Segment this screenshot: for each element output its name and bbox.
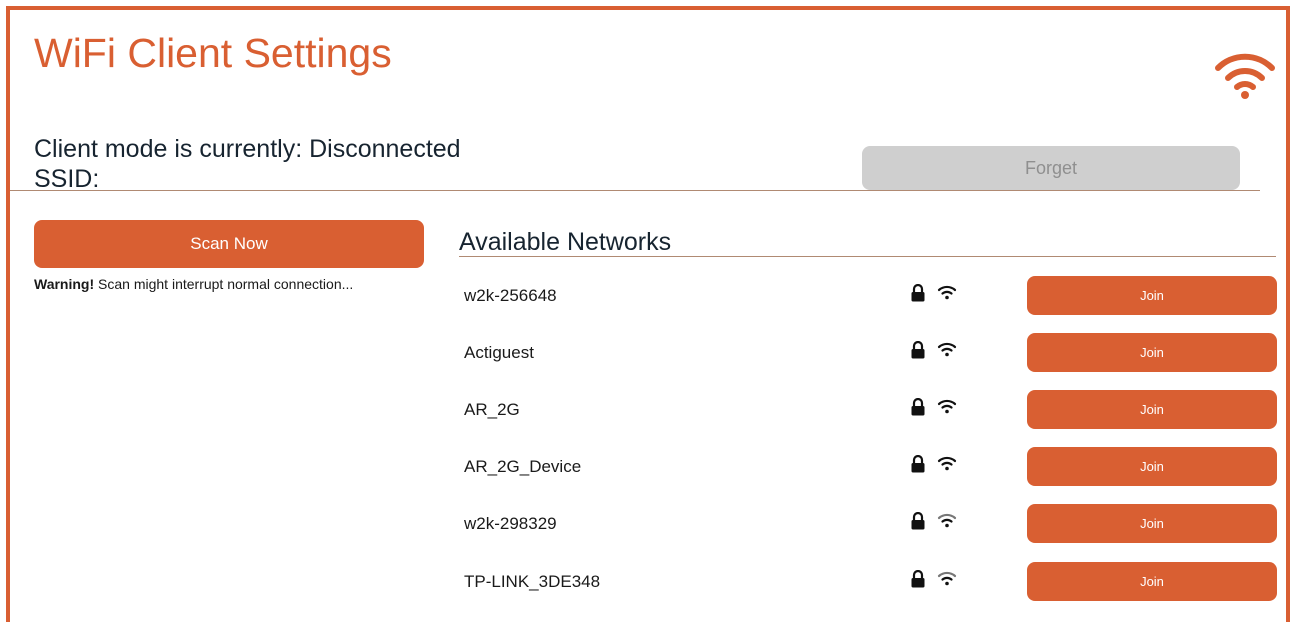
- lock-icon: [911, 398, 925, 416]
- network-ssid: AR_2G_Device: [464, 457, 582, 476]
- scan-now-button[interactable]: Scan Now: [34, 220, 424, 268]
- join-button[interactable]: Join: [1027, 562, 1277, 601]
- join-button[interactable]: Join: [1027, 276, 1277, 315]
- join-button[interactable]: Join: [1027, 447, 1277, 486]
- divider: [10, 190, 1260, 191]
- network-ssid: w2k-256648: [464, 286, 557, 305]
- available-networks-heading: Available Networks: [459, 228, 672, 256]
- settings-panel: WiFi Client Settings Client mode is curr…: [6, 6, 1290, 622]
- network-row: AR_2G_Device Join: [459, 447, 1279, 487]
- network-row: Actiguest Join: [459, 333, 1279, 373]
- page-title: WiFi Client Settings: [34, 30, 392, 76]
- divider: [459, 256, 1276, 257]
- scan-warning: Warning! Scan might interrupt normal con…: [34, 276, 353, 292]
- wifi-signal-icon: [937, 399, 957, 414]
- wifi-signal-icon: [937, 571, 957, 586]
- wifi-signal-icon: [937, 342, 957, 357]
- network-ssid: AR_2G: [464, 400, 520, 419]
- connection-status: Client mode is currently: Disconnected S…: [34, 134, 461, 194]
- client-mode-status: Client mode is currently: Disconnected: [34, 135, 461, 163]
- network-row: TP-LINK_3DE348 Join: [459, 562, 1279, 602]
- join-button[interactable]: Join: [1027, 333, 1277, 372]
- warning-label: Warning!: [34, 276, 95, 292]
- join-button[interactable]: Join: [1027, 504, 1277, 543]
- lock-icon: [911, 284, 925, 302]
- lock-icon: [911, 341, 925, 359]
- lock-icon: [911, 455, 925, 473]
- network-row: w2k-298329 Join: [459, 504, 1279, 544]
- network-ssid: w2k-298329: [464, 514, 557, 533]
- wifi-icon: [1215, 53, 1275, 99]
- forget-button[interactable]: Forget: [862, 146, 1240, 190]
- wifi-signal-icon: [937, 456, 957, 471]
- network-row: AR_2G Join: [459, 390, 1279, 430]
- wifi-signal-icon: [937, 513, 957, 528]
- wifi-signal-icon: [937, 285, 957, 300]
- warning-text: Scan might interrupt normal connection..…: [94, 276, 354, 292]
- lock-icon: [911, 570, 925, 588]
- network-ssid: Actiguest: [464, 343, 534, 362]
- network-ssid: TP-LINK_3DE348: [464, 572, 601, 591]
- join-button[interactable]: Join: [1027, 390, 1277, 429]
- lock-icon: [911, 512, 925, 530]
- network-row: w2k-256648 Join: [459, 276, 1279, 316]
